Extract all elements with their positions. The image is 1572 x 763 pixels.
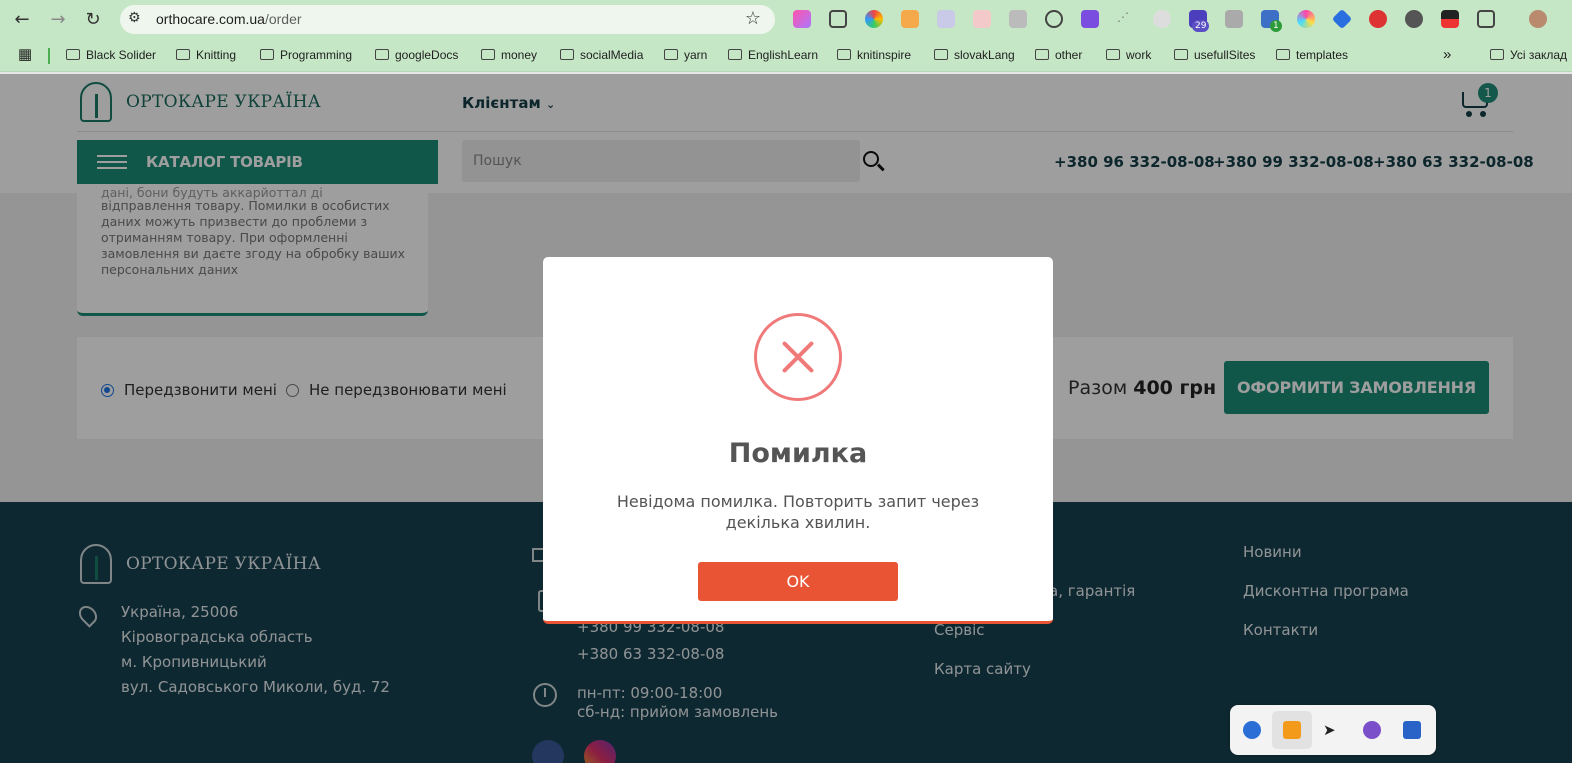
site-info-icon[interactable]: ⚙ bbox=[128, 10, 141, 26]
bookmark-folder[interactable]: usefullSites bbox=[1174, 48, 1255, 62]
folder-icon bbox=[664, 49, 678, 60]
address-bar[interactable]: ⚙ orthocare.com.ua/order ☆ bbox=[120, 5, 775, 34]
react-extension-icon[interactable] bbox=[937, 10, 955, 28]
bookmark-folder[interactable]: Black Solider bbox=[66, 48, 156, 62]
folder-icon bbox=[1035, 49, 1049, 60]
viber-icon[interactable] bbox=[1363, 721, 1381, 739]
bookmark-folder[interactable]: work bbox=[1106, 48, 1151, 62]
bookmarks-bar: ▦ Black Solider Knitting Programming goo… bbox=[0, 40, 1572, 72]
error-dialog: Помилка Невідома помилка. Повторить запи… bbox=[543, 257, 1053, 624]
bookmark-separator bbox=[48, 48, 50, 64]
tray-app-icon[interactable] bbox=[1283, 721, 1301, 739]
error-x-icon bbox=[754, 313, 842, 401]
bookmark-folder[interactable]: knitinspire bbox=[837, 48, 911, 62]
folder-icon bbox=[1490, 49, 1504, 60]
bookmark-folder[interactable]: yarn bbox=[664, 48, 707, 62]
profile-avatar[interactable] bbox=[1529, 10, 1547, 28]
bookmark-star-icon[interactable]: ☆ bbox=[745, 8, 761, 29]
extension-icon[interactable] bbox=[1331, 8, 1353, 30]
bookmark-folder[interactable]: Programming bbox=[260, 48, 352, 62]
bookmark-folder[interactable]: templates bbox=[1276, 48, 1348, 62]
bookmark-folder[interactable]: socialMedia bbox=[560, 48, 643, 62]
dots-extension-icon[interactable]: ⋰ bbox=[1117, 10, 1135, 28]
extension-icon[interactable] bbox=[1297, 10, 1315, 28]
folder-icon bbox=[66, 49, 80, 60]
screenshot-extension-icon[interactable] bbox=[829, 10, 847, 28]
all-bookmarks-folder[interactable]: Усі заклад bbox=[1490, 48, 1567, 62]
folder-icon bbox=[560, 49, 574, 60]
extension-icon[interactable] bbox=[793, 10, 811, 28]
dialog-title: Помилка bbox=[728, 438, 868, 469]
security-shield-icon[interactable] bbox=[1403, 721, 1421, 739]
extension-icon[interactable] bbox=[973, 10, 991, 28]
bookmark-folder[interactable]: slovakLang bbox=[934, 48, 1015, 62]
bookmark-folder[interactable]: googleDocs bbox=[375, 48, 458, 62]
back-icon[interactable]: ← bbox=[10, 8, 34, 32]
bookmark-folder[interactable]: Knitting bbox=[176, 48, 236, 62]
reload-icon[interactable]: ↻ bbox=[81, 8, 105, 32]
folder-icon bbox=[481, 49, 495, 60]
ok-button[interactable]: OK bbox=[698, 562, 898, 601]
folder-icon bbox=[934, 49, 948, 60]
bookmarks-overflow-button[interactable]: » bbox=[1443, 46, 1451, 63]
dialog-message: Невідома помилка. Повторить запит через … bbox=[616, 492, 980, 532]
telegram-icon[interactable]: ➤ bbox=[1323, 721, 1341, 739]
extensions-puzzle-icon[interactable] bbox=[1477, 10, 1495, 28]
extension-icon[interactable] bbox=[1441, 10, 1459, 28]
extension-badge: 29 bbox=[1192, 20, 1210, 32]
extension-icon[interactable] bbox=[1405, 10, 1423, 28]
tray-app-icon[interactable] bbox=[1243, 721, 1261, 739]
camera-extension-icon[interactable] bbox=[1009, 10, 1027, 28]
extension-icon[interactable] bbox=[1369, 10, 1387, 28]
folder-icon bbox=[1174, 49, 1188, 60]
extension-icon[interactable] bbox=[1081, 10, 1099, 28]
folder-icon bbox=[375, 49, 389, 60]
apps-grid-icon[interactable]: ▦ bbox=[18, 45, 32, 63]
compass-extension-icon[interactable] bbox=[1153, 10, 1171, 28]
browser-toolbar: ← → ↻ ⚙ orthocare.com.ua/order ☆ ⋰ 29 1 bbox=[0, 0, 1572, 40]
extension-badge: 1 bbox=[1270, 20, 1282, 32]
forward-icon[interactable]: → bbox=[46, 8, 70, 32]
system-tray-popup: ➤ bbox=[1230, 705, 1436, 755]
extension-icon[interactable] bbox=[1225, 10, 1243, 28]
bookmark-folder[interactable]: EnglishLearn bbox=[728, 48, 818, 62]
url-text: orthocare.com.ua/order bbox=[156, 11, 302, 27]
bookmark-folder[interactable]: other bbox=[1035, 48, 1082, 62]
color-extension-icon[interactable] bbox=[865, 10, 883, 28]
extension-icon[interactable] bbox=[901, 10, 919, 28]
folder-icon bbox=[176, 49, 190, 60]
folder-icon bbox=[837, 49, 851, 60]
folder-icon bbox=[1106, 49, 1120, 60]
check-extension-icon[interactable] bbox=[1045, 10, 1063, 28]
folder-icon bbox=[728, 49, 742, 60]
folder-icon bbox=[260, 49, 274, 60]
bookmark-folder[interactable]: money bbox=[481, 48, 537, 62]
folder-icon bbox=[1276, 49, 1290, 60]
